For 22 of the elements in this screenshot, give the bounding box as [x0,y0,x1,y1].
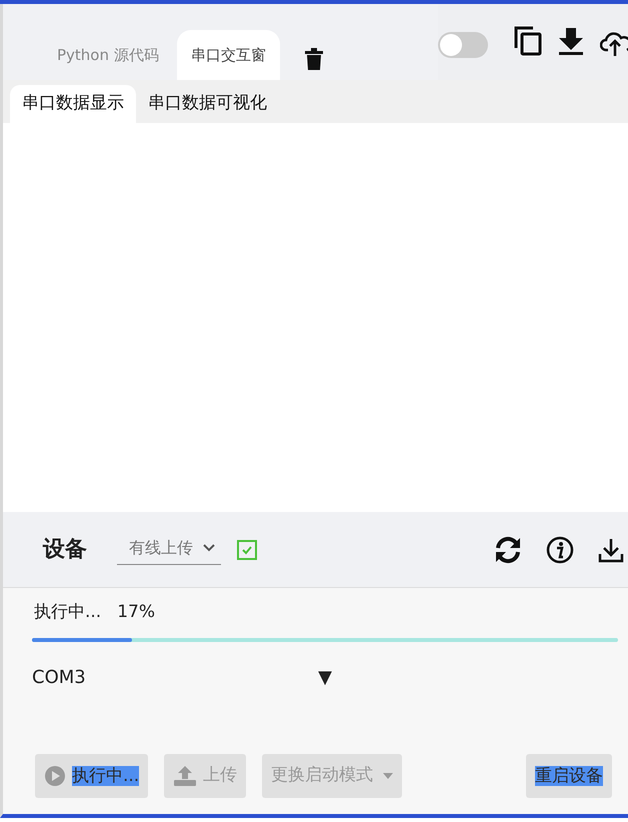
toggle-switch[interactable] [438,32,488,58]
copy-icon[interactable] [514,26,542,56]
view-tab[interactable]: 串口数据显示 [10,85,136,123]
download-icon[interactable] [558,28,584,56]
port-select[interactable]: COM3 ▼ [32,664,332,690]
play-icon [44,765,66,787]
cloud-upload-icon[interactable] [600,30,628,56]
editor-tab[interactable]: Python 源代码 [43,30,173,80]
progress-status: 执行中... [34,601,102,624]
chevron-down-icon [203,544,215,552]
trash-icon[interactable] [304,48,324,70]
panel-title: 设备 [43,536,87,564]
checkbox[interactable] [237,540,257,560]
upload-icon [173,765,198,787]
caret-icon [383,773,394,779]
info-icon[interactable] [546,536,574,564]
download-icon[interactable] [598,536,624,562]
upload-mode-select[interactable]: 有线上传 [117,534,221,565]
view-tab[interactable]: 串口数据可视化 [136,85,279,123]
editor-tab[interactable]: 串口交互窗 [176,30,280,80]
progress-percent: 17% [117,601,156,624]
refresh-icon[interactable] [494,536,522,564]
